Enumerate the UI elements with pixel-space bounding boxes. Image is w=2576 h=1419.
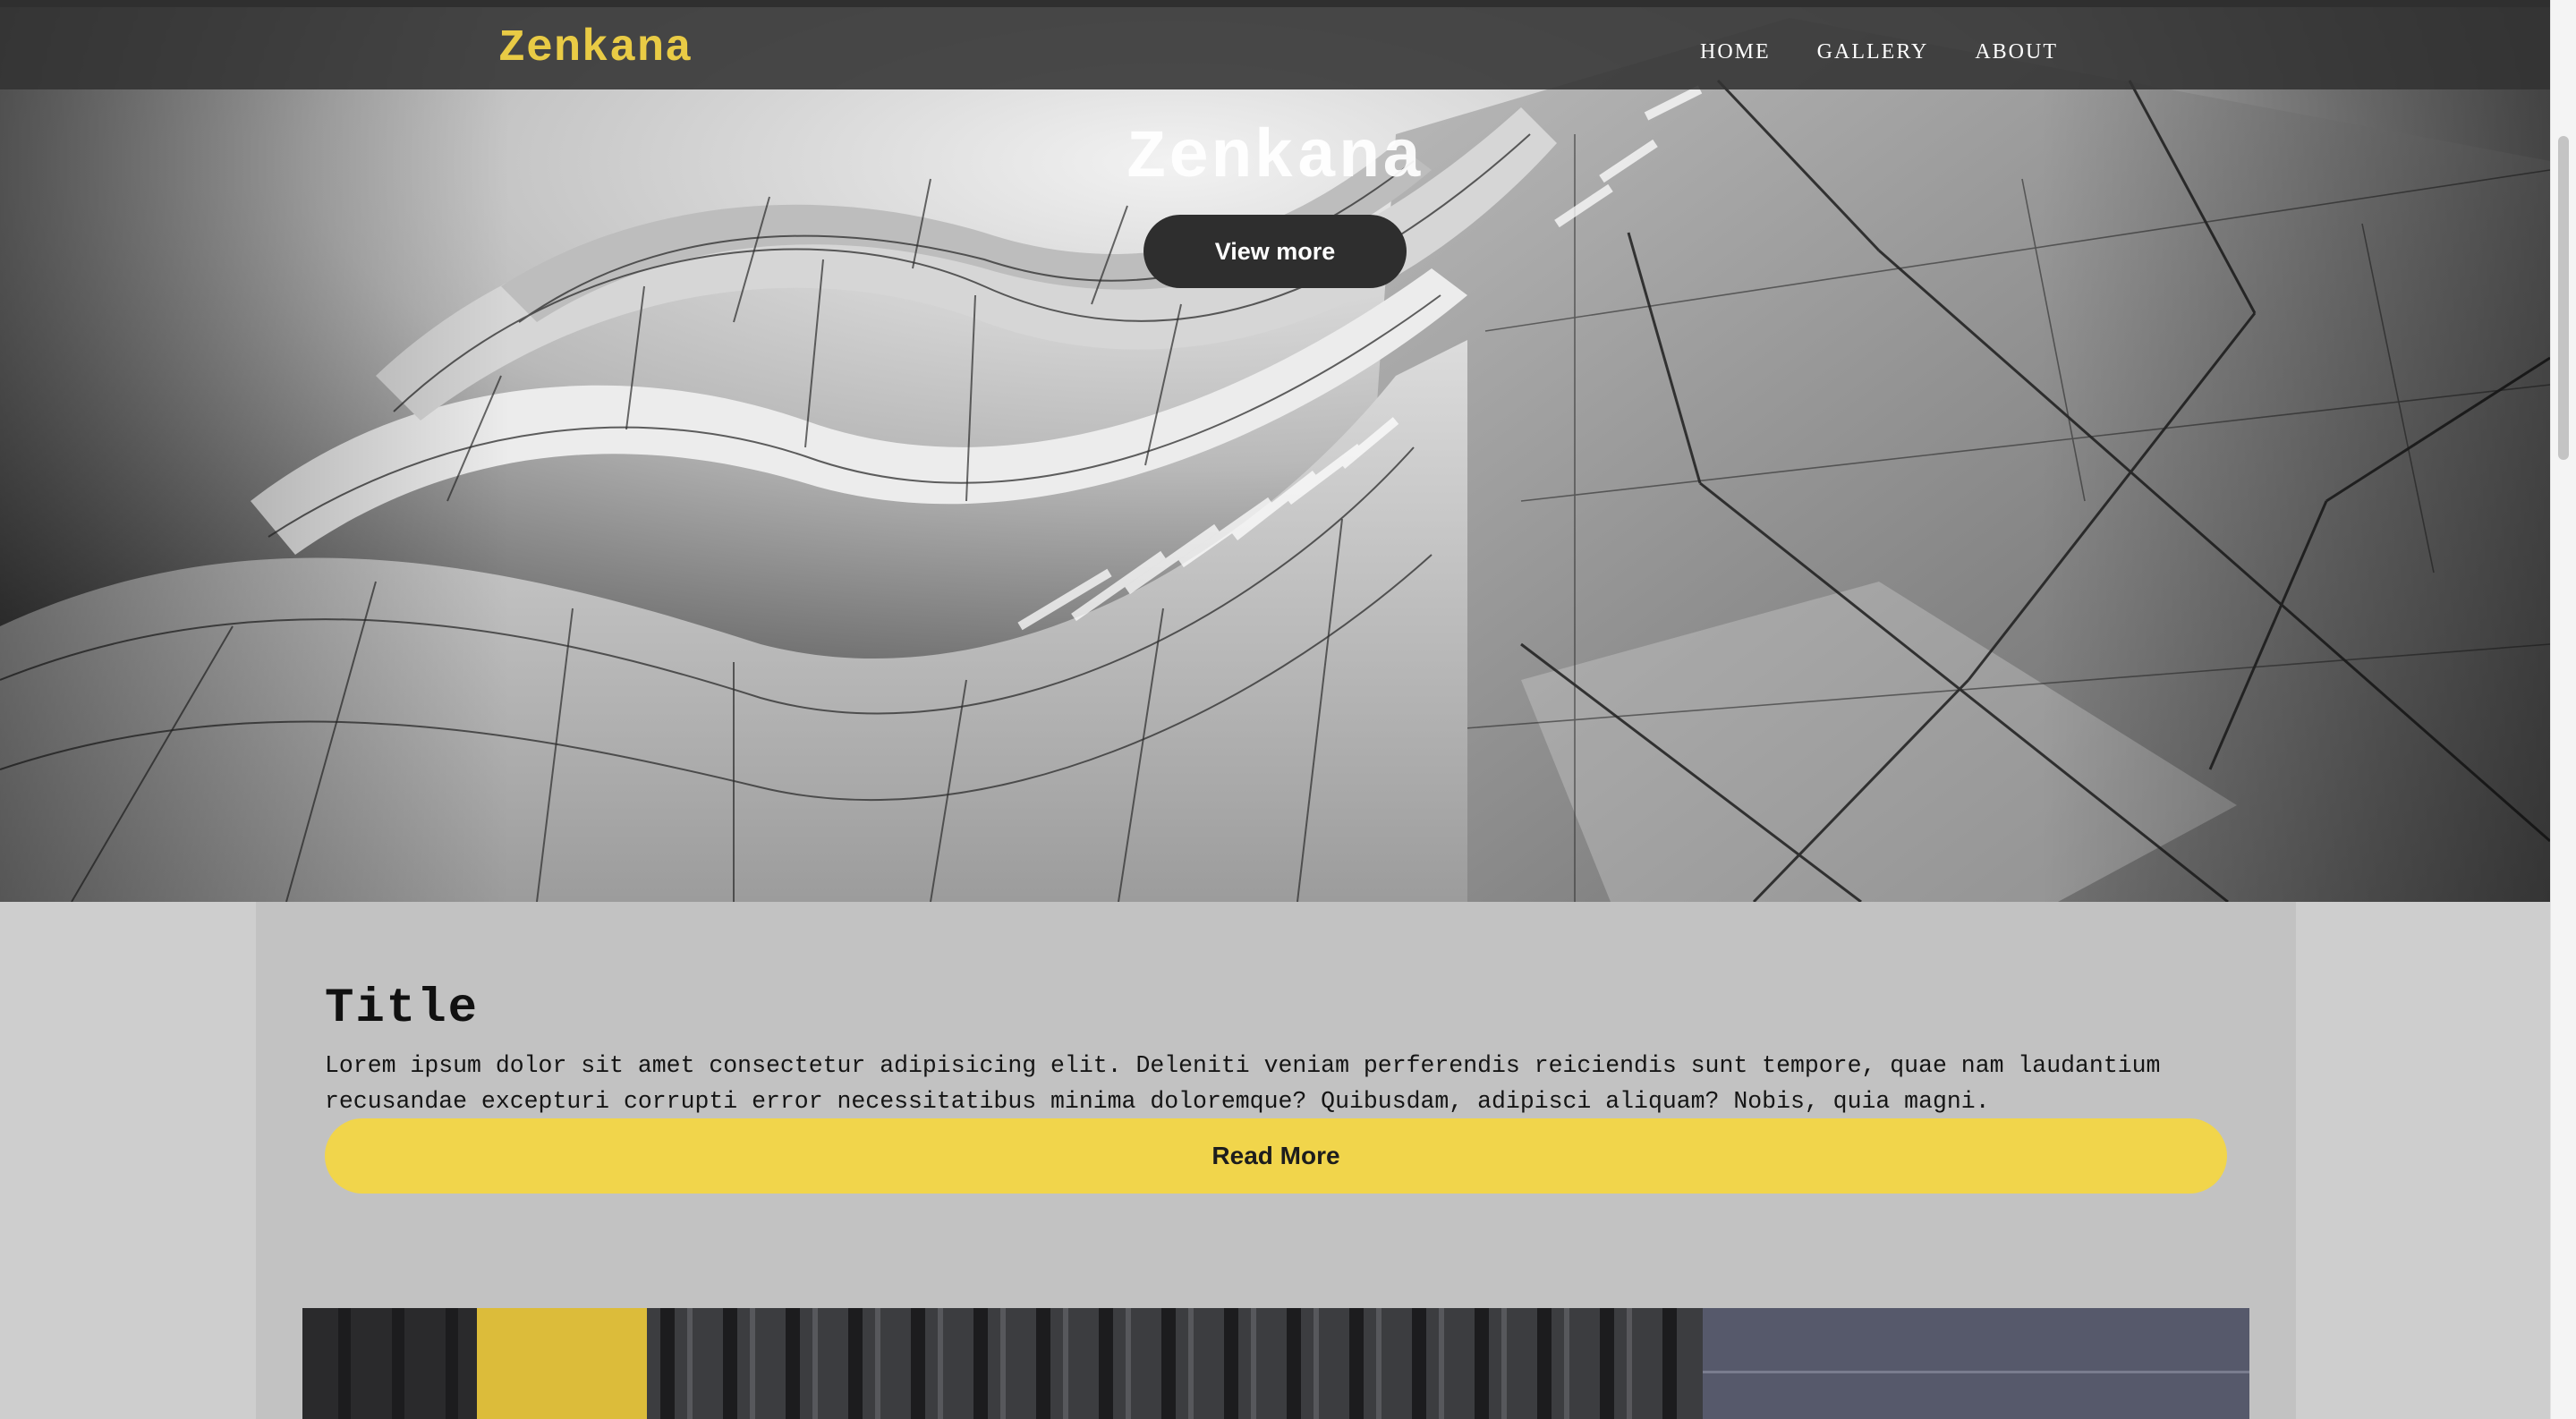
card-title: Title [325, 981, 480, 1036]
vertical-scrollbar[interactable] [2550, 0, 2576, 1419]
hero-title: Zenkana [1126, 120, 1424, 197]
brand-logo[interactable]: Zenkana [498, 23, 693, 75]
nav-item-home: HOME [1700, 40, 1771, 64]
page: Zenkana HOME GALLERY ABOUT Zenkana View … [0, 0, 2550, 1419]
nav-link-about[interactable]: ABOUT [1975, 40, 2058, 64]
window-top-edge [0, 0, 2550, 7]
nav-link-gallery[interactable]: GALLERY [1817, 40, 1929, 64]
nav-item-about: ABOUT [1975, 40, 2058, 64]
nav-item-gallery: GALLERY [1817, 40, 1929, 64]
card-text: Lorem ipsum dolor sit amet consectetur a… [325, 1052, 2161, 1115]
read-more-button[interactable]: Read More [325, 1118, 2227, 1194]
navbar: Zenkana HOME GALLERY ABOUT [0, 7, 2550, 89]
nav-link-home[interactable]: HOME [1700, 40, 1771, 64]
view-more-button[interactable]: View more [1143, 215, 1407, 288]
hero-section: Zenkana HOME GALLERY ABOUT Zenkana View … [0, 0, 2550, 902]
corrugated-wall-photo [302, 1308, 2249, 1419]
content-card: Title Lorem ipsum dolor sit amet consect… [256, 902, 2296, 1419]
nav-links: HOME GALLERY ABOUT [1700, 32, 2058, 72]
scrollbar-thumb[interactable] [2558, 136, 2569, 460]
